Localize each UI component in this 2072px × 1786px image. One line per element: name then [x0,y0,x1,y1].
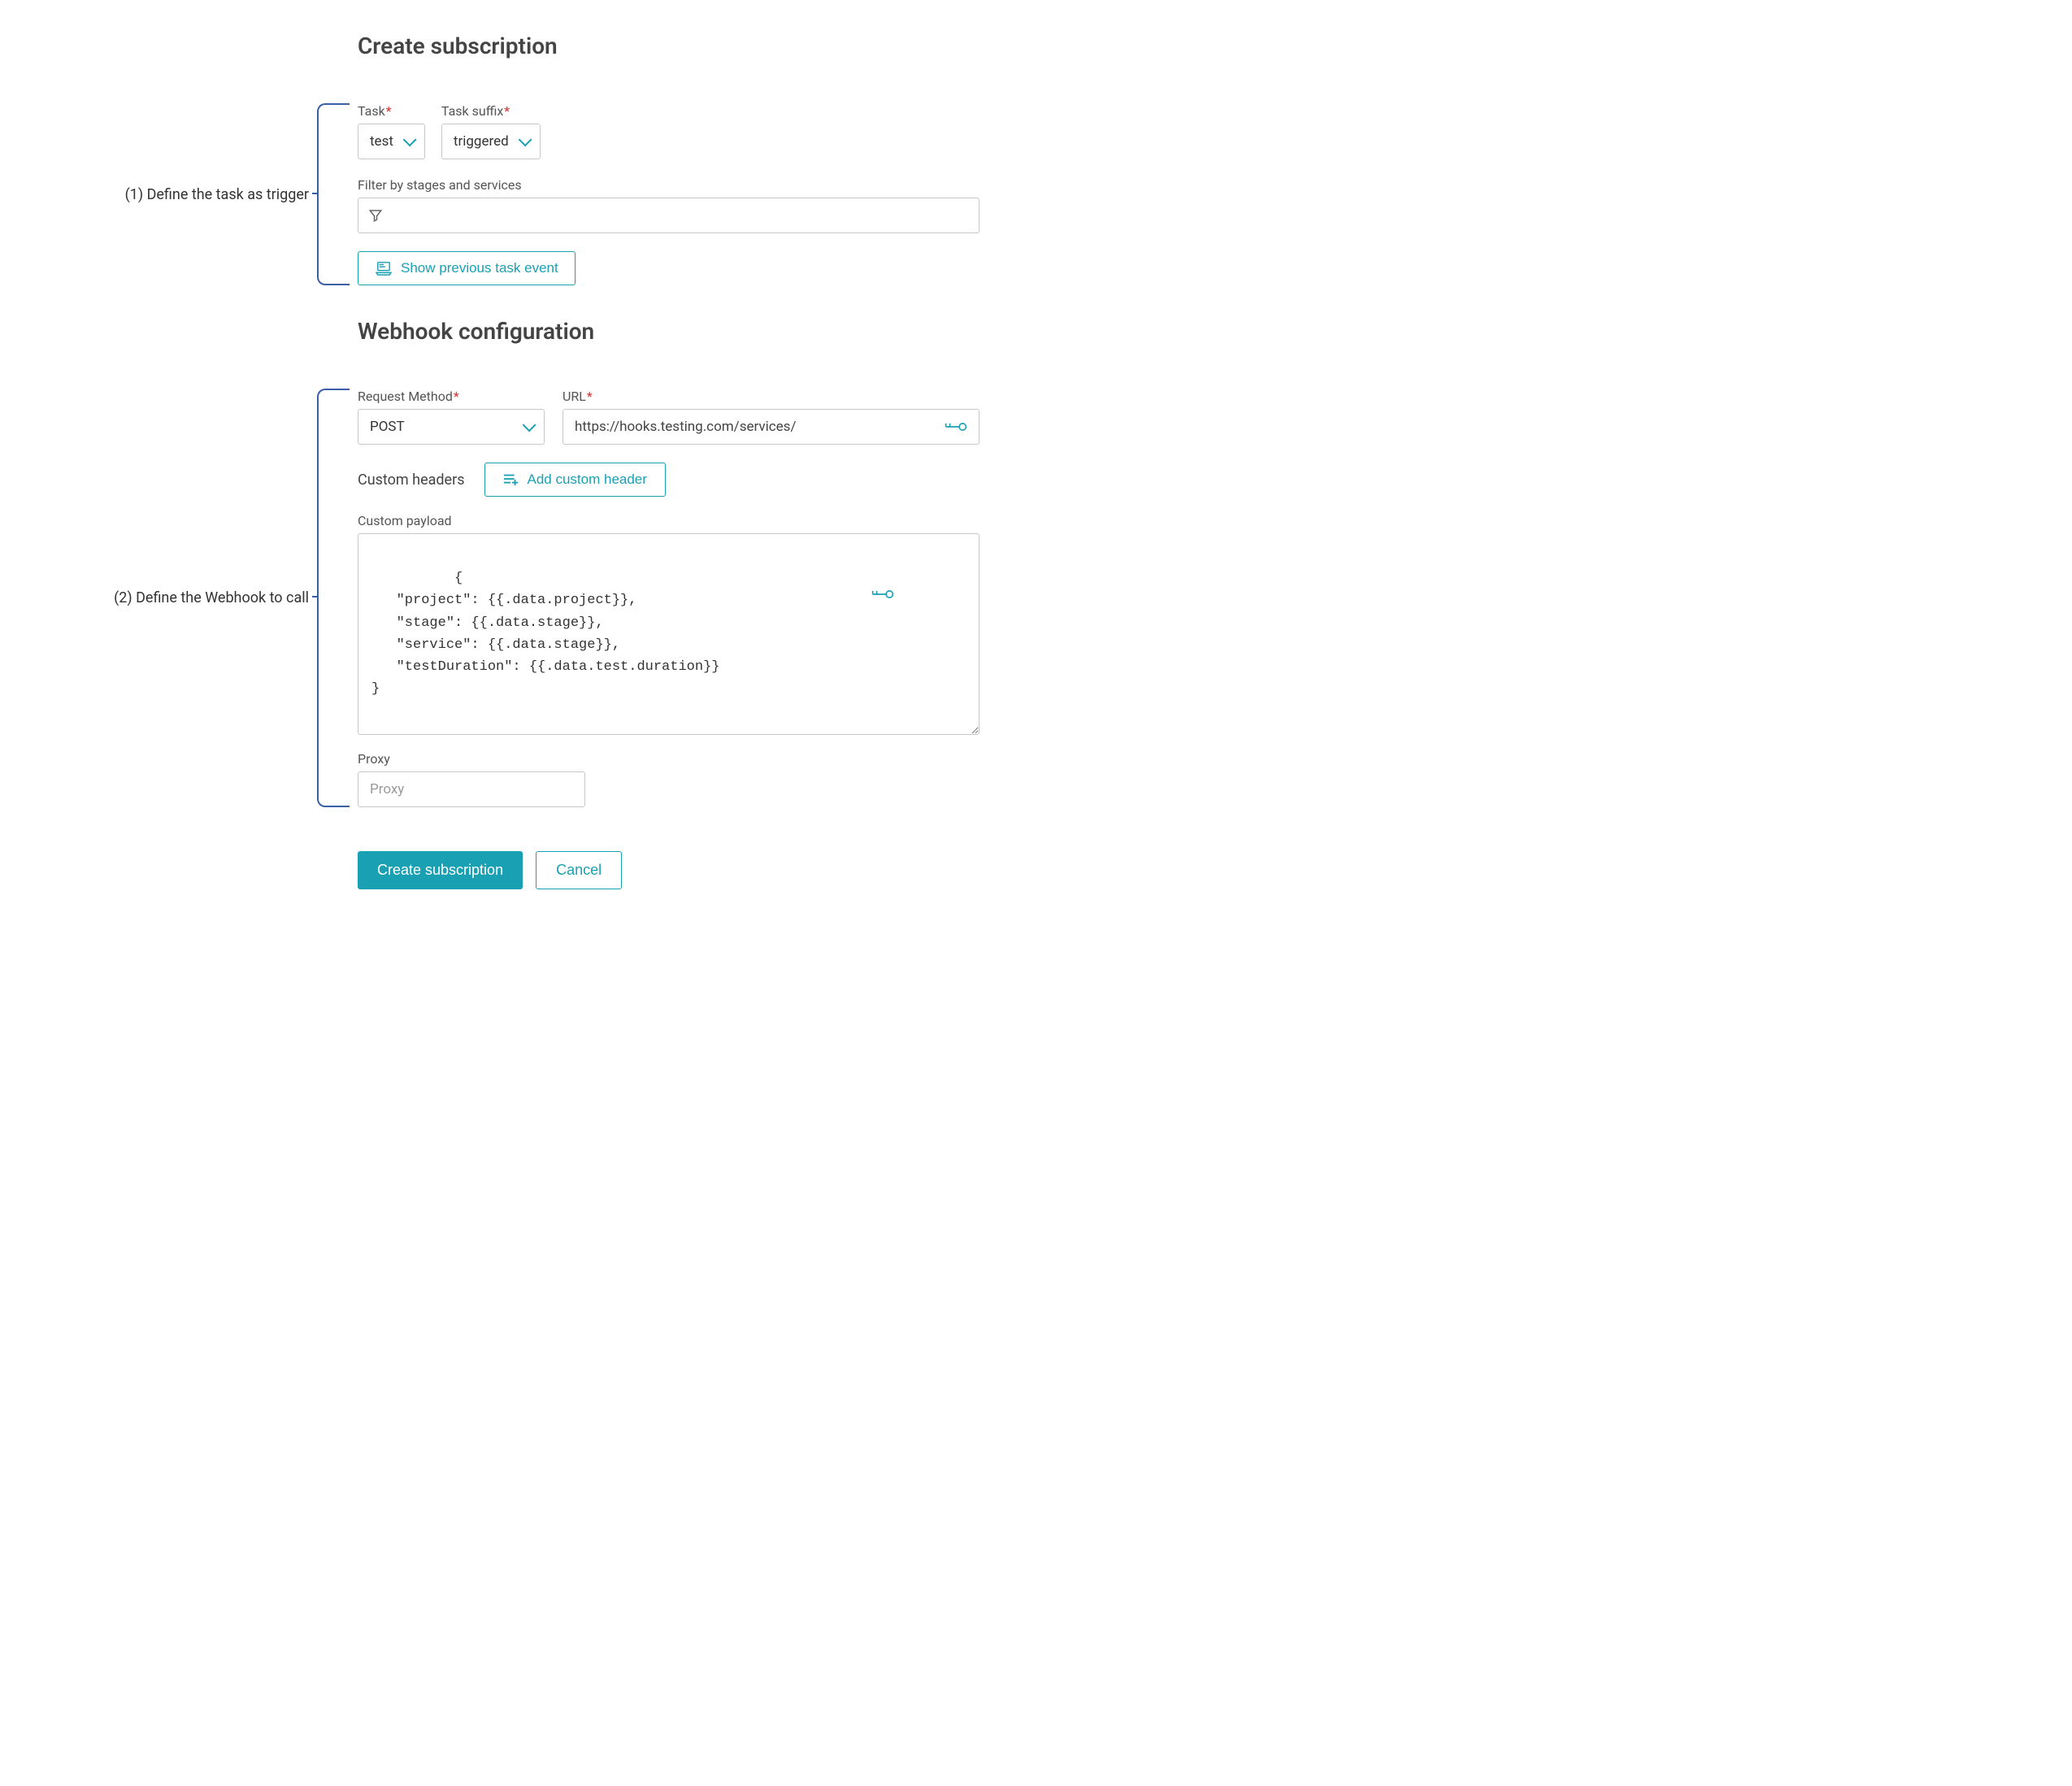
request-method-select[interactable]: POST [358,409,545,445]
custom-payload-value: { "project": {{.data.project}}, "stage":… [371,571,719,697]
custom-headers-label: Custom headers [358,471,465,489]
annotation-step1: (1) Define the task as trigger [125,186,309,203]
chevron-down-icon [523,418,536,432]
show-previous-task-event-label: Show previous task event [401,260,558,276]
custom-payload-input[interactable]: { "project": {{.data.project}}, "stage":… [358,533,980,735]
custom-payload-label: Custom payload [358,513,980,528]
key-icon[interactable] [871,542,971,647]
task-select-value: test [370,133,393,150]
add-custom-header-button[interactable]: Add custom header [484,463,666,497]
show-previous-task-event-button[interactable]: Show previous task event [358,251,576,285]
laptop-icon [375,261,393,276]
task-suffix-value: triggered [454,133,509,150]
url-value: https://hooks.testing.com/services/ [575,419,936,435]
webhook-config-title: Webhook configuration [358,318,980,345]
proxy-label: Proxy [358,751,980,767]
proxy-input[interactable]: Proxy [358,771,585,807]
task-suffix-label: Task suffix* [441,103,541,119]
list-add-icon [503,472,519,487]
task-suffix-select[interactable]: triggered [441,124,541,159]
brace-step1 [317,103,350,285]
brace-step2 [317,389,350,807]
request-method-value: POST [370,419,405,435]
annotation-step2: (2) Define the Webhook to call [114,589,309,606]
task-select[interactable]: test [358,124,425,159]
url-input[interactable]: https://hooks.testing.com/services/ [563,409,980,445]
filter-icon [368,208,383,223]
filter-label: Filter by stages and services [358,177,980,193]
create-subscription-button[interactable]: Create subscription [358,851,523,889]
create-subscription-title: Create subscription [358,33,980,59]
key-icon[interactable] [945,419,967,435]
task-label: Task* [358,103,425,119]
proxy-placeholder: Proxy [370,781,404,797]
cancel-button[interactable]: Cancel [536,851,622,889]
chevron-down-icon [403,133,417,146]
add-custom-header-label: Add custom header [528,471,647,488]
chevron-down-icon [518,133,532,146]
filter-input[interactable] [358,198,980,233]
request-method-label: Request Method* [358,389,545,404]
url-label: URL* [563,389,980,404]
